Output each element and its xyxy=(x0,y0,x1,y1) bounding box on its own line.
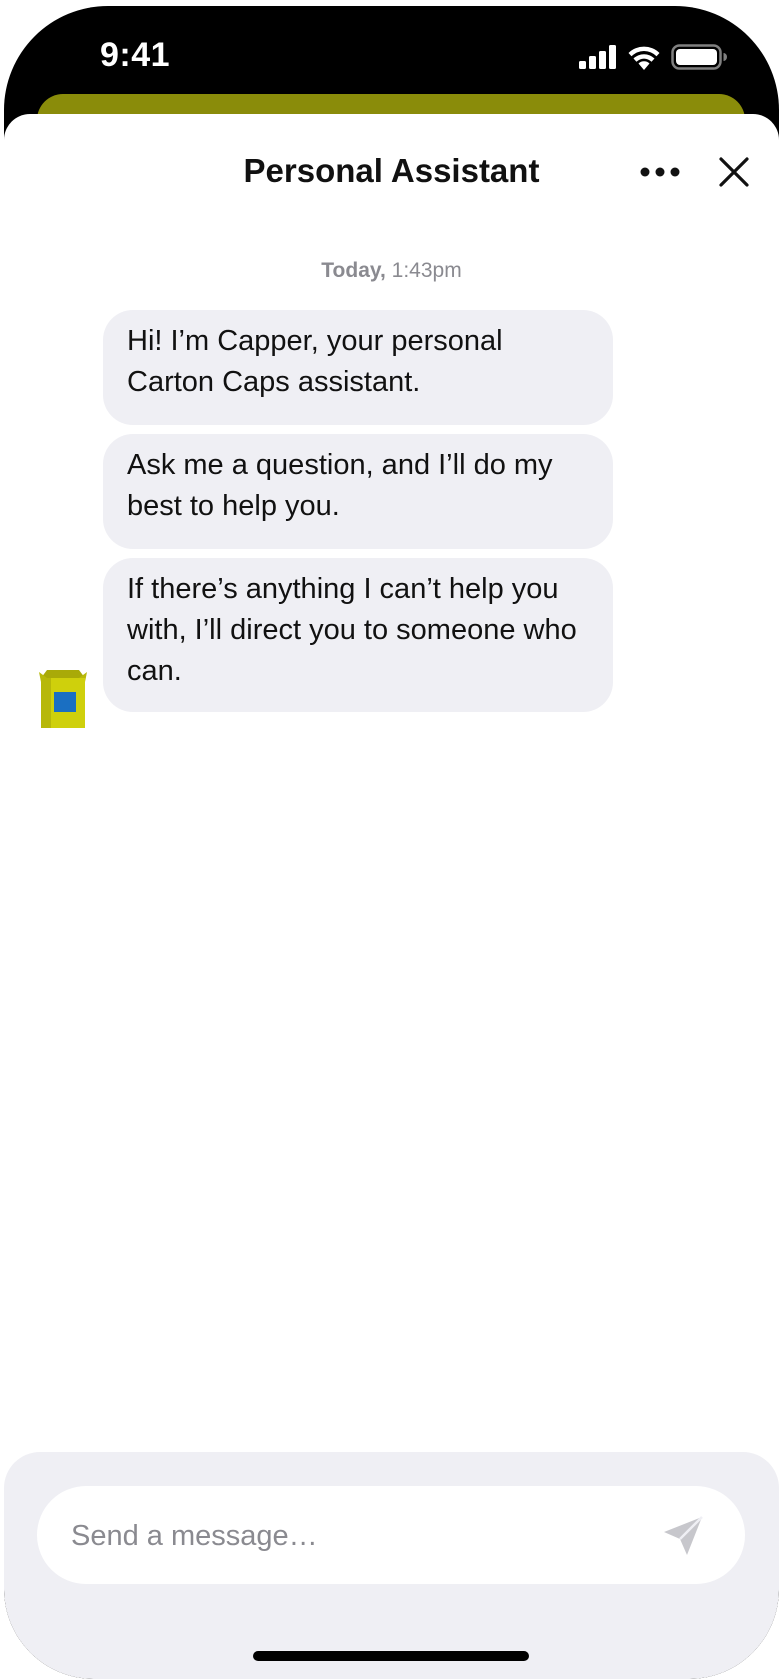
carton-box-icon xyxy=(39,670,87,728)
battery-icon xyxy=(671,44,727,70)
cellular-signal-icon xyxy=(579,45,616,69)
assistant-avatar xyxy=(37,668,89,730)
conversation-date: Today, 1:43pm xyxy=(4,259,779,283)
more-options-button[interactable] xyxy=(638,154,682,190)
message-input-container xyxy=(37,1486,745,1586)
send-icon xyxy=(664,1516,703,1555)
message-composer xyxy=(4,1452,779,1679)
header: Personal Assistant xyxy=(4,114,779,234)
wifi-icon xyxy=(628,46,660,70)
date-time: 1:43pm xyxy=(391,259,462,282)
date-day: Today, xyxy=(321,259,386,282)
assistant-message: Ask me a question, and I’ll do my best t… xyxy=(103,434,613,549)
assistant-message: If there’s anything I can’t help you wit… xyxy=(103,558,613,712)
assistant-sheet: Personal Assistant Today, 1:43pm Hi! I’m… xyxy=(4,114,779,1679)
status-time: 9:41 xyxy=(100,36,171,74)
phone-frame: 9:41 Personal Assistant Today, 1:43pm Hi… xyxy=(4,6,779,1679)
close-icon xyxy=(719,157,749,187)
assistant-message: Hi! I’m Capper, your personal Carton Cap… xyxy=(103,310,613,425)
message-input[interactable] xyxy=(69,1486,633,1586)
status-bar: 9:41 xyxy=(4,6,779,102)
more-horizontal-icon xyxy=(640,167,680,177)
close-button[interactable] xyxy=(714,152,754,192)
home-indicator xyxy=(253,1651,529,1661)
send-button[interactable] xyxy=(659,1512,707,1560)
status-icons xyxy=(579,44,727,70)
